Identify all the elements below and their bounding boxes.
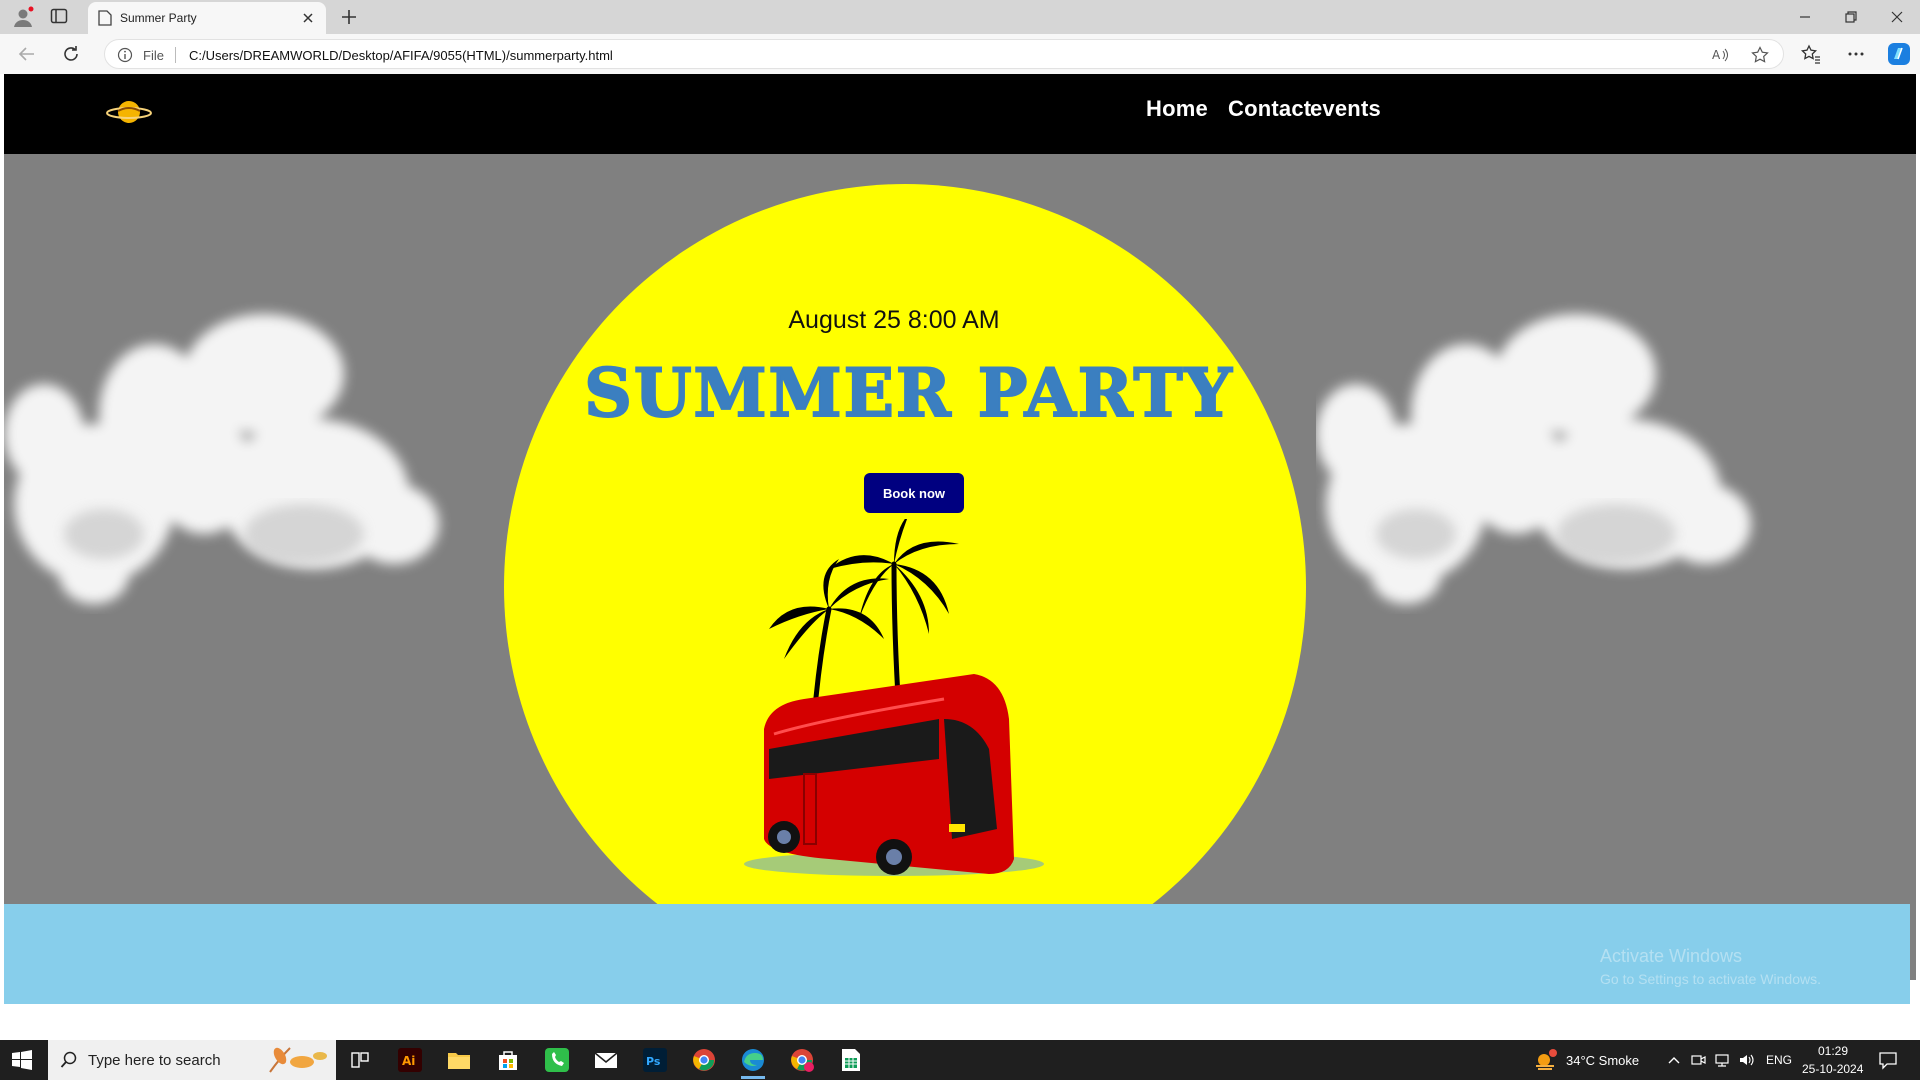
phone-app[interactable] <box>539 1044 575 1076</box>
svg-text:Ps: Ps <box>646 1055 661 1068</box>
minimize-icon <box>1800 16 1810 18</box>
notifications-icon[interactable] <box>1878 1050 1898 1070</box>
edge-icon <box>742 1049 764 1071</box>
task-view-icon <box>351 1052 369 1068</box>
photoshop-icon: Ps <box>643 1048 667 1072</box>
phone-icon <box>545 1048 569 1072</box>
favorites-icon[interactable] <box>1800 43 1822 65</box>
autumn-leaves-icon <box>269 1047 327 1073</box>
language-indicator[interactable]: ENG <box>1766 1053 1792 1067</box>
url-text[interactable]: C:/Users/DREAMWORLD/Desktop/AFIFA/9055(H… <box>189 48 613 63</box>
hero-headline: SUMMER PARTY <box>583 353 1234 433</box>
new-tab-icon[interactable] <box>338 6 360 28</box>
nav-contact[interactable]: Contact <box>1228 96 1311 122</box>
page-icon <box>98 10 112 26</box>
weather-icon[interactable] <box>1534 1048 1558 1072</box>
nav-home[interactable]: Home <box>1146 96 1208 122</box>
illustrator-icon: Ai <box>398 1048 422 1072</box>
weather-text[interactable]: 34°C Smoke <box>1566 1053 1639 1068</box>
favorite-star-icon[interactable] <box>1751 46 1769 64</box>
refresh-icon[interactable] <box>60 43 82 65</box>
volume-icon[interactable] <box>1738 1052 1754 1068</box>
activate-windows-subtitle: Go to Settings to activate Windows. <box>1600 971 1821 987</box>
info-icon[interactable] <box>117 47 133 63</box>
photoshop-app[interactable]: Ps <box>637 1044 673 1076</box>
spreadsheet-icon <box>842 1049 860 1071</box>
address-toolbar: File C:/Users/DREAMWORLD/Desktop/AFIFA/9… <box>0 34 1920 74</box>
more-options-icon[interactable] <box>1845 43 1867 65</box>
task-view-button[interactable] <box>342 1044 378 1076</box>
event-date: August 25 8:00 AM <box>788 306 1000 334</box>
chevron-up-icon[interactable] <box>1667 1053 1681 1067</box>
tab-actions-icon[interactable] <box>50 7 68 25</box>
chrome-app[interactable] <box>686 1044 722 1076</box>
folder-icon <box>448 1053 470 1069</box>
chrome-profile-icon <box>791 1049 814 1072</box>
search-icon <box>60 1051 77 1068</box>
read-aloud-icon[interactable]: A <box>1711 46 1729 64</box>
clouds-left-image <box>4 314 439 604</box>
close-window-button[interactable] <box>1874 0 1920 34</box>
summer-logo-icon[interactable] <box>104 92 154 132</box>
mail-app[interactable] <box>588 1044 624 1076</box>
mail-icon <box>594 1052 618 1068</box>
file-explorer-app[interactable] <box>441 1044 477 1076</box>
bus-palm-illustration <box>744 519 1044 876</box>
meet-now-icon[interactable] <box>1690 1052 1706 1068</box>
minimize-button[interactable] <box>1782 0 1828 34</box>
svg-text:A: A <box>1712 48 1721 62</box>
back-icon[interactable] <box>16 43 38 65</box>
clouds-right-image <box>1316 314 1751 604</box>
close-icon <box>1891 11 1903 23</box>
tab-summer-party[interactable]: Summer Party <box>88 2 326 34</box>
scheme-label: File <box>143 48 164 63</box>
page-viewport: Home Contact events August 25 8:00 AM SU… <box>4 74 1916 1034</box>
clock-date[interactable]: 25-10-2024 <box>1802 1062 1863 1076</box>
clock-time[interactable]: 01:29 <box>1818 1044 1848 1058</box>
chrome-icon <box>693 1049 715 1071</box>
restore-icon <box>1845 11 1857 23</box>
profile-icon[interactable] <box>12 6 34 28</box>
windows-taskbar: Type here to search Ai Ps 34°C Smoke ENG… <box>0 1040 1920 1080</box>
taskbar-search[interactable]: Type here to search <box>48 1040 336 1080</box>
nav-events[interactable]: events <box>1310 96 1381 122</box>
browser-tab-bar: Summer Party <box>0 0 1920 34</box>
illustrator-app[interactable]: Ai <box>392 1044 428 1076</box>
activate-windows-title: Activate Windows <box>1600 946 1743 966</box>
copilot-icon[interactable] <box>1886 41 1912 67</box>
tab-title: Summer Party <box>120 11 197 25</box>
sheets-app[interactable] <box>833 1044 869 1076</box>
divider <box>175 47 176 63</box>
store-icon <box>499 1051 517 1070</box>
chrome-profile-app[interactable] <box>784 1044 820 1076</box>
address-bar[interactable]: File C:/Users/DREAMWORLD/Desktop/AFIFA/9… <box>104 39 1784 69</box>
windows-start-icon[interactable] <box>12 1050 32 1070</box>
network-icon[interactable] <box>1714 1052 1730 1068</box>
site-navbar: Home Contact events <box>4 74 1916 154</box>
book-now-button[interactable]: Book now <box>864 473 964 513</box>
search-placeholder: Type here to search <box>88 1052 221 1069</box>
restore-button[interactable] <box>1828 0 1874 34</box>
store-app[interactable] <box>490 1044 526 1076</box>
svg-text:Ai: Ai <box>402 1054 415 1068</box>
edge-app[interactable] <box>735 1044 771 1079</box>
close-tab-icon[interactable] <box>300 10 316 26</box>
hero-section: August 25 8:00 AM SUMMER PARTY Book now <box>4 154 1916 980</box>
